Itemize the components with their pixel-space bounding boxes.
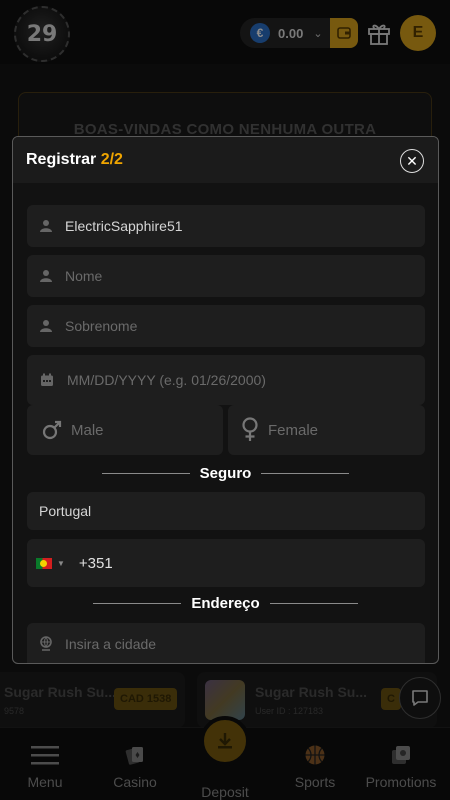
city-placeholder: Insira a cidade	[65, 636, 157, 652]
country-select[interactable]: Portugal	[27, 492, 425, 530]
dob-input[interactable]: MM/DD/YYYY (e.g. 01/26/2000)	[27, 355, 425, 405]
gender-female-label: Female	[268, 421, 319, 439]
username-field[interactable]: ElectricSapphire51	[27, 205, 425, 247]
last-name-placeholder: Sobrenome	[65, 318, 138, 334]
user-icon	[27, 269, 65, 283]
gender-male-label: Male	[71, 421, 104, 439]
female-icon	[242, 417, 258, 441]
phone-input[interactable]: ▼ +351	[27, 539, 425, 587]
divider-line	[93, 603, 182, 604]
divider-line	[269, 603, 358, 604]
gender-female-option[interactable]: Female	[228, 405, 425, 455]
section-divider-security: Seguro	[13, 465, 438, 482]
section-title: Seguro	[199, 465, 252, 482]
phone-code: +351	[78, 554, 113, 572]
section-divider-address: Endereço	[13, 595, 438, 612]
last-name-input[interactable]: Sobrenome	[27, 305, 425, 347]
modal-step: 2/2	[100, 151, 123, 168]
gender-male-option[interactable]: Male	[27, 405, 223, 455]
male-icon	[42, 420, 62, 440]
section-title: Endereço	[191, 595, 260, 612]
country-value: Portugal	[39, 503, 92, 519]
close-button[interactable]: ✕	[400, 149, 424, 173]
globe-icon	[27, 636, 65, 652]
register-modal: Registrar 2/2 ✕ ElectricSapphire51 Nome …	[12, 136, 439, 664]
divider-line	[101, 473, 190, 474]
modal-title-text: Registrar	[26, 151, 97, 168]
modal-title: Registrar 2/2	[26, 151, 123, 169]
calendar-icon	[27, 373, 67, 387]
modal-header: Registrar 2/2 ✕	[13, 137, 438, 183]
user-icon	[27, 219, 65, 233]
portugal-flag-icon[interactable]	[36, 557, 52, 569]
caret-down-icon: ▼	[57, 558, 65, 568]
close-icon: ✕	[406, 153, 418, 169]
city-input[interactable]: Insira a cidade	[27, 623, 425, 663]
divider-line	[261, 473, 350, 474]
first-name-input[interactable]: Nome	[27, 255, 425, 297]
user-icon	[27, 319, 65, 333]
first-name-placeholder: Nome	[65, 268, 103, 284]
dob-placeholder: MM/DD/YYYY (e.g. 01/26/2000)	[67, 372, 266, 388]
username-value: ElectricSapphire51	[65, 218, 183, 234]
